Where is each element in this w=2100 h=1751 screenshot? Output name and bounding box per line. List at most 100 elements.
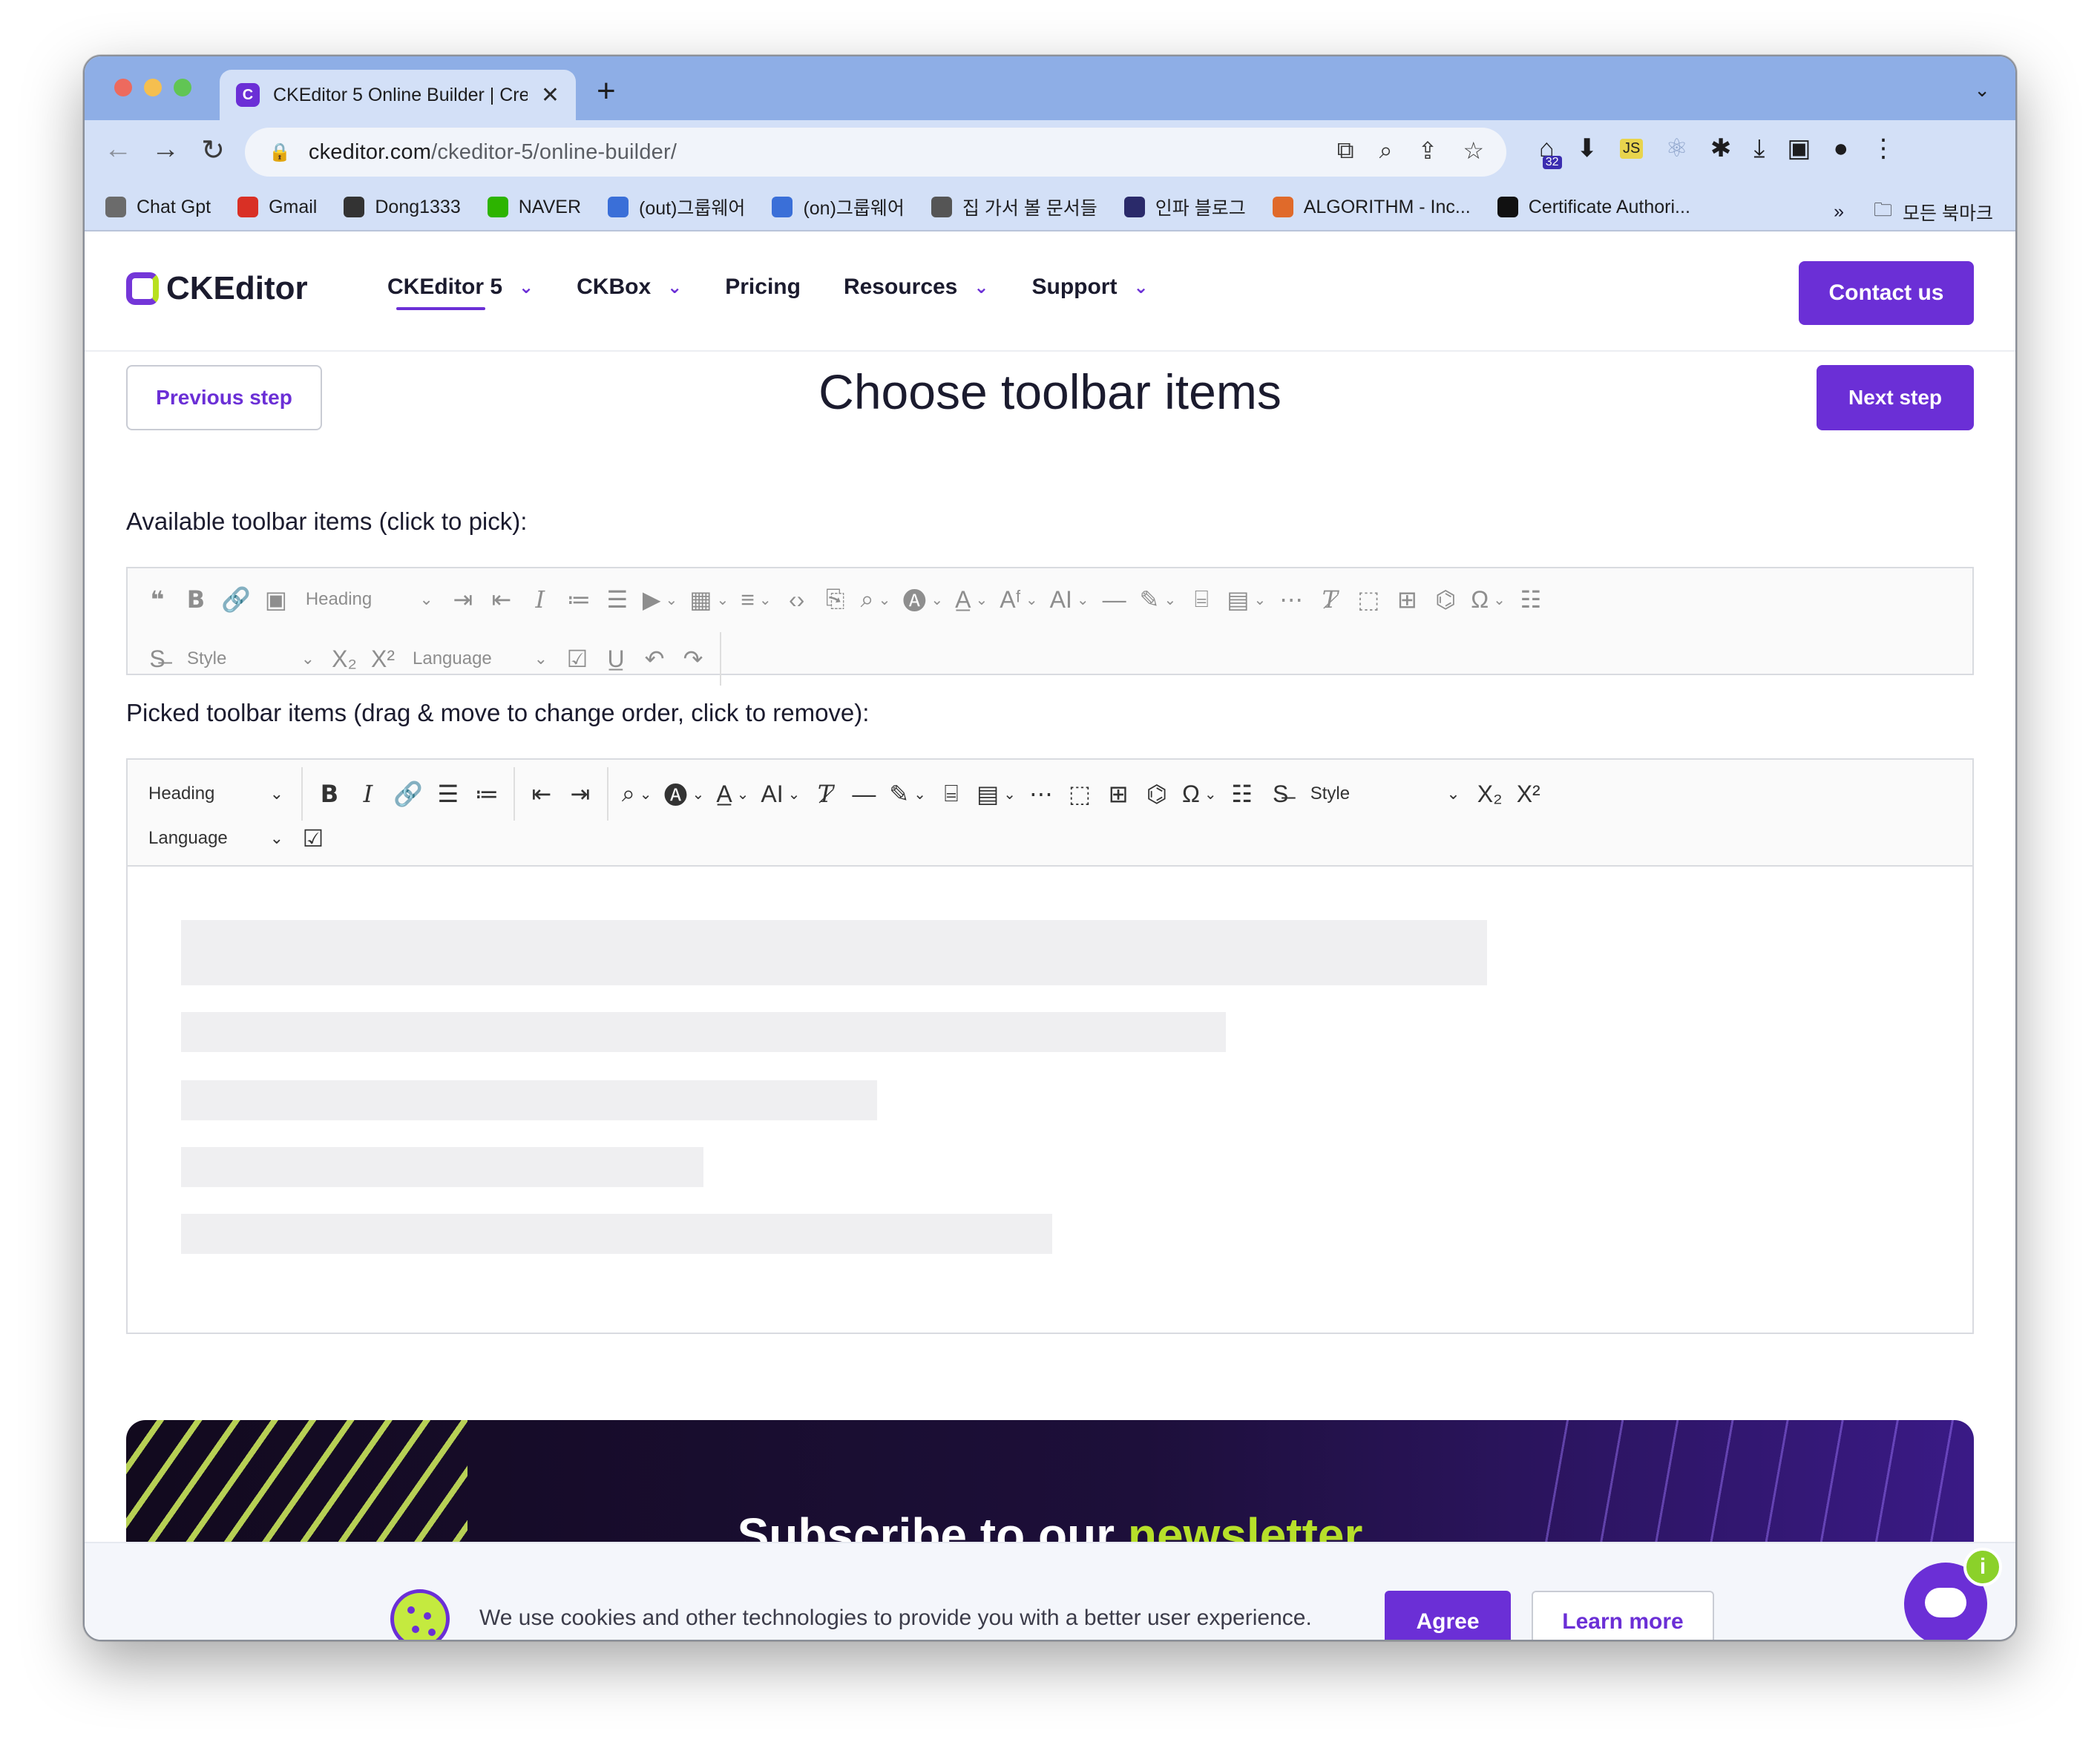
zoom-icon[interactable]: ⌕ (1379, 137, 1393, 165)
show-blocks-icon[interactable]: ⊞ (1099, 775, 1138, 813)
extension-icon[interactable]: ⬇ (1577, 134, 1598, 163)
special-characters-icon[interactable]: Ω ⌄ (1176, 775, 1223, 813)
bookmark-item[interactable]: Dong1333 (344, 197, 461, 218)
download-icon[interactable]: ⤓ (1753, 134, 1765, 163)
remove-format-icon[interactable]: T̷ (1310, 580, 1349, 619)
browser-tab[interactable]: C CKEditor 5 Online Builder | Cre ✕ (220, 70, 576, 120)
extension-icon[interactable]: ⌂ 32 (1539, 134, 1562, 169)
numbered-list-icon[interactable]: ≔ (467, 775, 506, 813)
minimize-window-button[interactable] (144, 79, 162, 96)
highlight-icon[interactable]: ✎ ⌄ (1134, 580, 1183, 619)
profile-avatar[interactable]: ● (1834, 134, 1849, 163)
back-button[interactable]: ← (99, 134, 137, 165)
menu-kebab-icon[interactable]: ⋮ (1871, 134, 1896, 163)
html-embed-icon[interactable]: ⌸ (932, 775, 971, 813)
lock-icon[interactable]: 🔒 (269, 142, 291, 163)
bulleted-list-icon[interactable]: ☰ (598, 580, 637, 619)
nav-item-ckbox[interactable]: CKBox ⌄ (577, 275, 682, 310)
bookmark-item[interactable]: Gmail (237, 197, 317, 218)
bookmark-item[interactable]: Chat Gpt (105, 197, 211, 218)
bookmark-item[interactable]: 인파 블로그 (1123, 194, 1246, 220)
todo-list-icon[interactable]: ☑ (558, 640, 597, 678)
bookmark-item[interactable]: (out)그룹웨어 (608, 194, 745, 220)
strikethrough-icon[interactable]: S̶ (138, 640, 177, 678)
font-color-icon[interactable]: A̲ ⌄ (710, 775, 755, 813)
highlight-icon[interactable]: ✎ ⌄ (883, 775, 932, 813)
bookmarks-overflow-button[interactable]: » (1834, 201, 1844, 223)
language-select[interactable]: Language ⌄ (402, 640, 558, 678)
style-select[interactable]: Style ⌄ (177, 640, 325, 678)
underline-icon[interactable]: U̲ (597, 640, 635, 678)
media-embed-icon[interactable]: ▶ ⌄ (637, 580, 683, 619)
link-icon[interactable]: 🔗 (215, 580, 257, 619)
horizontal-line-icon[interactable]: — (844, 775, 883, 813)
bulleted-list-icon[interactable]: ☰ (429, 775, 467, 813)
blockquote-icon[interactable]: ❝ (138, 580, 177, 619)
bold-icon[interactable]: B (310, 775, 349, 813)
font-size-icon[interactable]: AI ⌄ (1044, 580, 1095, 619)
superscript-icon[interactable]: X² (1509, 775, 1548, 813)
html-embed-icon[interactable]: ⌸ (1182, 580, 1221, 619)
editor-preview[interactable] (126, 867, 1974, 1334)
indent-icon[interactable]: ⇥ (444, 580, 482, 619)
bold-icon[interactable]: B (177, 580, 215, 619)
superscript-icon[interactable]: X² (364, 640, 402, 678)
chevron-down-icon[interactable]: ⌄ (1974, 79, 1990, 102)
font-size-icon[interactable]: AI ⌄ (755, 775, 806, 813)
subscript-icon[interactable]: X₂ (325, 640, 364, 678)
indent-icon[interactable]: ⇥ (561, 775, 600, 813)
outdent-icon[interactable]: ⇤ (482, 580, 521, 619)
bookmark-item[interactable]: Certificate Authori... (1497, 197, 1690, 218)
todo-list-icon[interactable]: ☑ (294, 819, 332, 858)
agree-button[interactable]: Agree (1385, 1591, 1511, 1640)
bookmark-item[interactable]: (on)그룹웨어 (772, 194, 905, 220)
alignment-icon[interactable]: ≡ ⌄ (735, 580, 777, 619)
font-background-color-icon[interactable]: 🅐 ⌄ (658, 775, 711, 813)
restricted-editing-icon[interactable]: ☷ (1223, 775, 1261, 813)
reload-button[interactable]: ↻ (194, 134, 232, 167)
close-window-button[interactable] (114, 79, 132, 96)
address-bar[interactable]: 🔒 ckeditor.com/ckeditor-5/online-builder… (245, 128, 1506, 177)
share-icon[interactable]: ⇪ (1418, 137, 1438, 165)
close-icon[interactable]: ✕ (541, 82, 560, 108)
link-icon[interactable]: 🔗 (387, 775, 429, 813)
snippet-icon[interactable]: ⌬ (1138, 775, 1176, 813)
style-select[interactable]: Style ⌄ (1300, 775, 1471, 813)
nav-item-pricing[interactable]: Pricing (725, 275, 801, 310)
puzzle-icon[interactable]: ✱ (1710, 134, 1732, 163)
table-icon[interactable]: ▦ ⌄ (683, 580, 735, 619)
heading-select[interactable]: Heading ⌄ (138, 775, 294, 813)
forward-button[interactable]: → (147, 134, 184, 165)
show-blocks-icon[interactable]: ⊞ (1388, 580, 1426, 619)
image-icon[interactable]: ▣ (257, 580, 295, 619)
find-replace-icon[interactable]: ⌕ ⌄ (855, 580, 897, 619)
new-tab-button[interactable]: + (597, 73, 616, 110)
bookmark-item[interactable]: ALGORITHM - Inc... (1272, 197, 1471, 218)
remove-format-icon[interactable]: T̷ (806, 775, 844, 813)
outdent-icon[interactable]: ⇤ (522, 775, 561, 813)
heading-select[interactable]: Heading ⌄ (295, 580, 444, 619)
bookmark-item[interactable]: NAVER (487, 197, 581, 218)
language-select[interactable]: Language ⌄ (138, 819, 294, 858)
nav-item-support[interactable]: Support ⌄ (1031, 275, 1148, 310)
nav-item-ckeditor-5[interactable]: CKEditor 5 ⌄ (387, 275, 534, 310)
contact-us-button[interactable]: Contact us (1799, 261, 1974, 325)
redo-icon[interactable]: ↷ (674, 640, 712, 678)
page-break-icon[interactable]: ⋯ (1022, 775, 1060, 813)
all-bookmarks-folder[interactable]: 🗀 모든 북마크 (1874, 196, 1993, 228)
translate-icon[interactable]: ⧉ (1337, 137, 1354, 165)
strikethrough-icon[interactable]: S̶ (1261, 775, 1300, 813)
learn-more-button[interactable]: Learn more (1532, 1591, 1714, 1640)
select-all-icon[interactable]: ⬚ (1349, 580, 1388, 619)
select-all-icon[interactable]: ⬚ (1060, 775, 1099, 813)
undo-icon[interactable]: ↶ (635, 640, 674, 678)
nav-item-resources[interactable]: Resources ⌄ (844, 275, 989, 310)
star-icon[interactable]: ☆ (1463, 137, 1484, 165)
numbered-list-icon[interactable]: ≔ (560, 580, 598, 619)
info-icon[interactable]: i (1963, 1548, 2002, 1586)
source-editing-icon[interactable]: ⎘ (816, 580, 855, 619)
restricted-editing-icon[interactable]: ☷ (1512, 580, 1550, 619)
sidebar-icon[interactable]: ▣ (1787, 134, 1811, 163)
special-characters-icon[interactable]: Ω ⌄ (1465, 580, 1512, 619)
js-extension-icon[interactable]: JS (1620, 138, 1644, 159)
